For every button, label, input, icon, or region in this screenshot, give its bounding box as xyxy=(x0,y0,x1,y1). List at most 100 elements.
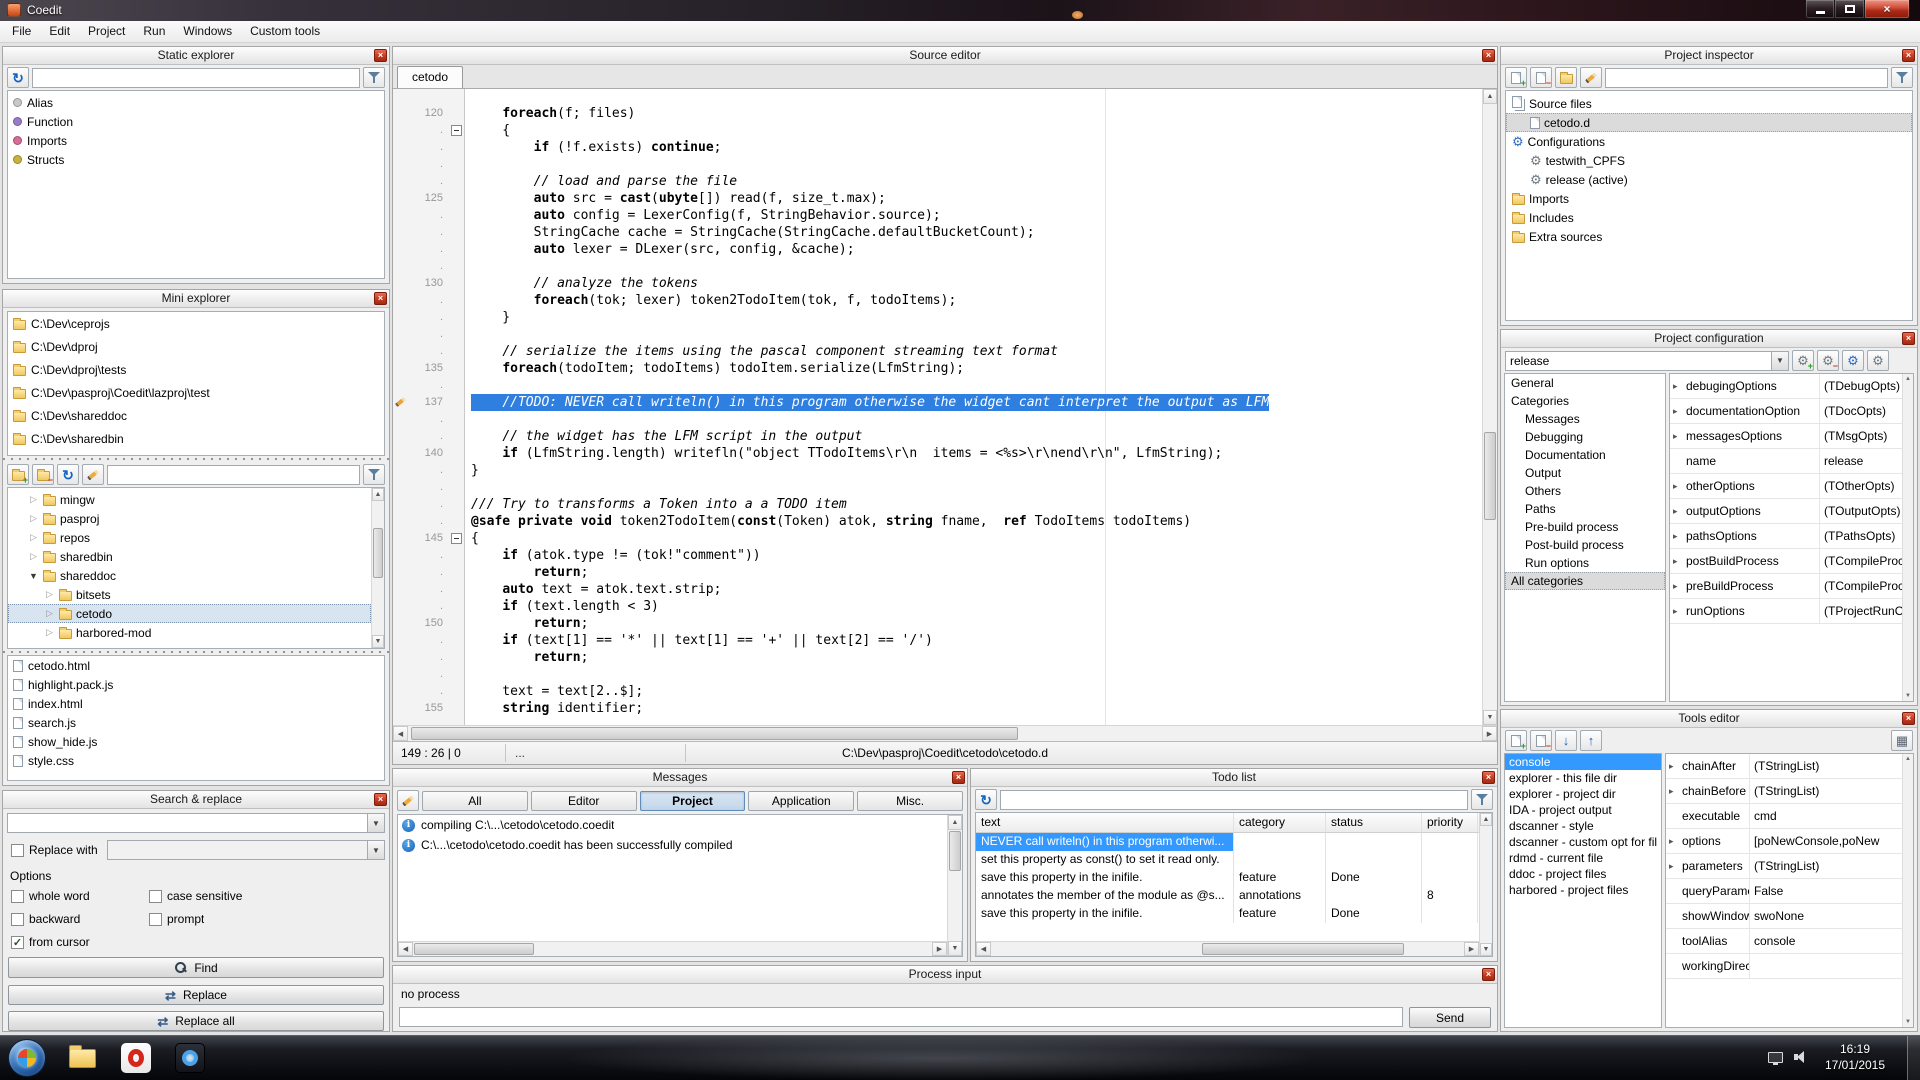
expand-arrow-icon[interactable] xyxy=(1673,481,1684,492)
property-documentationoption[interactable]: documentationOption(TDocOpts) xyxy=(1670,399,1902,424)
panel-header[interactable]: Tools editor xyxy=(1501,710,1917,728)
close-panel-button[interactable] xyxy=(1902,712,1915,725)
expand-arrow-icon[interactable] xyxy=(1673,406,1684,417)
scrollbar-thumb[interactable] xyxy=(373,528,383,578)
messages-tab-misc[interactable]: Misc. xyxy=(857,791,963,811)
replace-with-checkbox[interactable] xyxy=(11,844,24,857)
config-category-others[interactable]: Others xyxy=(1505,482,1665,500)
static-explorer-item-structs[interactable]: Structs xyxy=(8,150,384,169)
todo-column-category[interactable]: category xyxy=(1234,813,1326,832)
code-line-149[interactable]: . if (text.length < 3) xyxy=(393,598,1481,615)
code-line-125[interactable]: 125 auto src = cast(ubyte[]) read(f, siz… xyxy=(393,190,1481,207)
favorite-folder[interactable]: C:\Dev\sharedbin xyxy=(8,427,384,450)
editor-surface[interactable]: 120 foreach(f; files). {. if (!f.exists)… xyxy=(393,89,1497,725)
panel-header[interactable]: Search & replace xyxy=(3,791,389,809)
messages-tab-all[interactable]: All xyxy=(422,791,528,811)
refresh-button[interactable] xyxy=(7,67,29,88)
panel-header[interactable]: Mini explorer xyxy=(3,290,389,308)
edit-button[interactable] xyxy=(82,464,104,485)
grid-vertical-scrollbar[interactable] xyxy=(1902,754,1913,1027)
close-panel-button[interactable] xyxy=(374,793,387,806)
property-value[interactable]: console xyxy=(1750,929,1902,953)
code-line-155[interactable]: 155 string identifier; xyxy=(393,700,1481,717)
property-executable[interactable]: executablecmd xyxy=(1666,804,1902,829)
file-item-cetodo-html[interactable]: cetodo.html xyxy=(8,656,384,675)
send-button[interactable]: Send xyxy=(1409,1007,1491,1028)
scrollbar-thumb[interactable] xyxy=(411,727,1018,740)
property-postbuildprocess[interactable]: postBuildProcess(TCompileProc xyxy=(1670,549,1902,574)
file-item-index-html[interactable]: index.html xyxy=(8,694,384,713)
property-value[interactable]: (TStringList) xyxy=(1750,754,1902,778)
property-value[interactable]: [poNewConsole,poNew xyxy=(1750,829,1902,853)
tool-item-dscanner-custom-opt-for-fil[interactable]: dscanner - custom opt for fil xyxy=(1505,834,1661,850)
code-line-124[interactable]: . // load and parse the file xyxy=(393,173,1481,190)
todo-row[interactable]: annotates the member of the module as @s… xyxy=(976,887,1479,905)
code-line-153[interactable]: . xyxy=(393,666,1481,683)
todo-row[interactable]: save this property in the inifile.featur… xyxy=(976,869,1479,887)
expand-arrow-icon[interactable] xyxy=(28,571,39,581)
expand-arrow-icon[interactable] xyxy=(1669,761,1680,772)
filter-button[interactable] xyxy=(363,464,385,485)
refresh-button[interactable] xyxy=(975,789,997,810)
scroll-left-arrow[interactable]: ◀ xyxy=(393,726,408,741)
grid-vertical-scrollbar[interactable] xyxy=(1902,374,1913,701)
code-line-130[interactable]: 130 // analyze the tokens xyxy=(393,275,1481,292)
inspector-node-imports[interactable]: Imports xyxy=(1506,189,1912,208)
tree-node-mingw[interactable]: mingw xyxy=(8,490,371,509)
tree-node-bitsets[interactable]: bitsets xyxy=(8,585,371,604)
property-runoptions[interactable]: runOptions(TProjectRunO xyxy=(1670,599,1902,624)
todo-column-text[interactable]: text xyxy=(976,813,1234,832)
property-chainafter[interactable]: chainAfter(TStringList) xyxy=(1666,754,1902,779)
checkbox-prompt[interactable]: prompt xyxy=(149,912,385,926)
scrollbar-thumb[interactable] xyxy=(949,831,961,871)
dropdown-button[interactable] xyxy=(367,813,385,833)
code-line-150[interactable]: 150 return; xyxy=(393,615,1481,632)
fold-collapse-icon[interactable] xyxy=(451,125,462,136)
expand-arrow-icon[interactable] xyxy=(1673,556,1684,567)
network-icon[interactable] xyxy=(1768,1052,1783,1063)
property-name[interactable]: namerelease xyxy=(1670,449,1902,474)
add-folder-button[interactable] xyxy=(1555,67,1577,88)
code-line-135[interactable]: 135 foreach(todoItem; todoItems) todoIte… xyxy=(393,360,1481,377)
code-line-136[interactable]: . xyxy=(393,377,1481,394)
config-category-documentation[interactable]: Documentation xyxy=(1505,446,1665,464)
panel-header[interactable]: Static explorer xyxy=(3,47,389,65)
messages-horizontal-scrollbar[interactable] xyxy=(398,941,947,956)
config-category-paths[interactable]: Paths xyxy=(1505,500,1665,518)
close-panel-button[interactable] xyxy=(1902,332,1915,345)
expand-arrow-icon[interactable] xyxy=(44,589,55,600)
config-category-post-build-process[interactable]: Post-build process xyxy=(1505,536,1665,554)
add-configuration-button[interactable]: + xyxy=(1792,350,1814,371)
inspector-node-release-active[interactable]: release (active) xyxy=(1506,170,1912,189)
expand-arrow-icon[interactable] xyxy=(28,513,39,524)
scrollbar-thumb[interactable] xyxy=(414,943,534,955)
code-line-132[interactable]: . } xyxy=(393,309,1481,326)
todo-row[interactable]: save this property in the inifile.featur… xyxy=(976,905,1479,923)
code-line-128[interactable]: . auto lexer = DLexer(src, config, &cach… xyxy=(393,241,1481,258)
file-item-highlight-pack-js[interactable]: highlight.pack.js xyxy=(8,675,384,694)
volume-icon[interactable] xyxy=(1794,1051,1808,1063)
code-line-120[interactable]: 120 foreach(f; files) xyxy=(393,105,1481,122)
favorite-folder[interactable]: C:\Dev\shareddoc xyxy=(8,404,384,427)
code-line-137[interactable]: 137 //TODO: NEVER call writeln() in this… xyxy=(393,394,1481,411)
filter-button[interactable] xyxy=(363,67,385,88)
filter-button[interactable] xyxy=(1471,789,1493,810)
config-category-run-options[interactable]: Run options xyxy=(1505,554,1665,572)
property-outputoptions[interactable]: outputOptions(TOutputOpts) xyxy=(1670,499,1902,524)
property-pathsoptions[interactable]: pathsOptions(TPathsOpts) xyxy=(1670,524,1902,549)
todo-column-status[interactable]: status xyxy=(1326,813,1422,832)
move-tool-down-button[interactable]: ↓ xyxy=(1555,730,1577,751)
checkbox-whole-word[interactable]: whole word xyxy=(11,889,149,903)
todo-row[interactable]: NEVER call writeln() in this program oth… xyxy=(976,833,1479,851)
code-line-152[interactable]: . return; xyxy=(393,649,1481,666)
taskbar-clock[interactable]: 16:19 17/01/2015 xyxy=(1816,1041,1894,1073)
menu-item-windows[interactable]: Windows xyxy=(174,21,241,42)
config-category-categories[interactable]: Categories xyxy=(1505,392,1665,410)
code-line-143[interactable]: ./// Try to transforms a Token into a a … xyxy=(393,496,1481,513)
menu-item-file[interactable]: File xyxy=(3,21,40,42)
expand-arrow-icon[interactable] xyxy=(1673,581,1684,592)
code-line-140[interactable]: 140 if (LfmString.length) writefln("obje… xyxy=(393,445,1481,462)
tree-node-sharedbin[interactable]: sharedbin xyxy=(8,547,371,566)
code-line-151[interactable]: . if (text[1] == '*' || text[1] == '+' |… xyxy=(393,632,1481,649)
file-item-search-js[interactable]: search.js xyxy=(8,713,384,732)
